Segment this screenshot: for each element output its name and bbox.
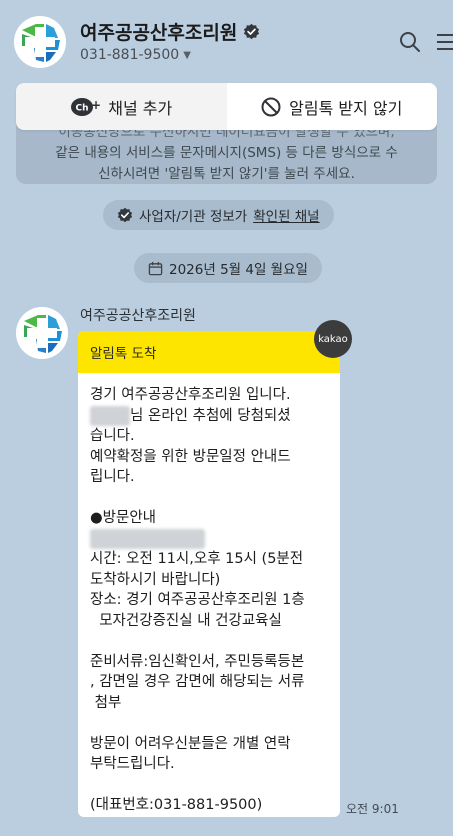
channel-action-bar: Ch + 채널 추가 알림톡 받지 않기 [16, 83, 437, 130]
redacted-date: 일시:2026.05.12 [90, 528, 205, 549]
add-channel-label: 채널 추가 [108, 98, 173, 118]
alimtalk-header-label: 알림톡 도착 [90, 346, 157, 362]
message-line: , 감면일 경우 감면에 해당되는 서류 [90, 674, 305, 690]
channel-logo[interactable] [14, 16, 66, 68]
business-info-label: 사업자/기관 정보가 [139, 209, 248, 225]
channel-name[interactable]: 여주공공산후조리원 [80, 18, 260, 45]
message-body: 경기 여주공공산후조리원 입니다. 홍길동님 온라인 추첨에 당첨되셨 습니다.… [78, 373, 340, 816]
alimtalk-message-bubble[interactable]: 알림톡 도착 경기 여주공공산후조리원 입니다. 홍길동님 온라인 추첨에 당첨… [78, 331, 340, 817]
visit-info-title: ●방문안내 [90, 510, 157, 526]
calendar-icon [148, 261, 163, 275]
date-text: 2026년 5월 4일 월요일 [169, 262, 308, 278]
notice-line-2: 같은 내용의 서비스를 문자메시지(SMS) 등 다른 방식으로 수 [55, 145, 398, 161]
message-line: 모자건강증진실 내 건강교육실 [90, 612, 282, 629]
message-line: 시간: 오전 11시,오후 15시 (5분전 [90, 551, 304, 567]
message-line: 경기 여주공공산후조리원 입니다. [90, 387, 291, 403]
message-time: 오전 9:01 [346, 802, 399, 816]
caret-down-icon: ▼ [183, 49, 191, 61]
svg-text:+: + [91, 98, 100, 112]
block-icon [261, 97, 281, 116]
svg-text:Ch: Ch [76, 103, 89, 113]
message-line-text: 님 온라인 추첨에 당첨되셨 [130, 407, 291, 424]
alimtalk-header: 알림톡 도착 [78, 331, 340, 373]
block-alimtalk-label: 알림톡 받지 않기 [289, 98, 403, 118]
channel-add-icon: Ch + [71, 97, 100, 116]
business-info-pill[interactable]: 사업자/기관 정보가 확인된 채널 [103, 200, 334, 230]
sender-name: 여주공공산후조리원 [80, 308, 196, 324]
verified-badge-icon [244, 23, 260, 40]
message-line: 장소: 경기 여주공공산후조리원 1층 [90, 592, 305, 608]
message-line: 준비서류:임신확인서, 주민등록등본 [90, 653, 305, 670]
notice-line-3: 신하시려면 '알림톡 받지 않기'를 눌러 주세요. [98, 166, 355, 182]
message-line: 홍길동님 온라인 추첨에 당첨되셨 [90, 405, 328, 426]
add-channel-button[interactable]: Ch + 채널 추가 [16, 83, 227, 130]
message-line: 부탁드립니다. [90, 756, 175, 772]
message-line: 습니다. [90, 428, 135, 444]
search-icon[interactable] [398, 30, 422, 54]
kakao-badge-text: kakao [318, 333, 348, 345]
channel-phone[interactable]: 031-881-9500 ▼ [80, 47, 191, 63]
menu-icon[interactable] [434, 30, 453, 54]
channel-name-text: 여주공공산후조리원 [80, 22, 238, 44]
message-line: 예약확정을 위한 방문일정 안내드 [90, 448, 291, 465]
message-line: 도착하시기 바랍니다) [90, 571, 221, 588]
representative-number: (대표번호:031-881-9500) [90, 797, 263, 813]
redacted-name: 홍길동 [90, 405, 131, 426]
verified-check-icon [117, 207, 133, 223]
message-line: 방문이 어려우신분들은 개별 연락 [90, 735, 291, 752]
redacted-date-line: 일시:2026.05.12 [90, 528, 328, 549]
chat-header: 여주공공산후조리원 031-881-9500 ▼ [0, 0, 453, 82]
channel-phone-text: 031-881-9500 [80, 47, 180, 63]
block-alimtalk-button[interactable]: 알림톡 받지 않기 [226, 83, 437, 130]
sender-avatar[interactable] [16, 307, 68, 359]
date-divider: 2026년 5월 4일 월요일 [134, 253, 322, 283]
kakao-badge: kakao [314, 320, 352, 358]
message-line: 립니다. [90, 469, 135, 485]
message-line: 첨부 [90, 694, 122, 711]
verified-channel-link[interactable]: 확인된 채널 [253, 205, 319, 225]
